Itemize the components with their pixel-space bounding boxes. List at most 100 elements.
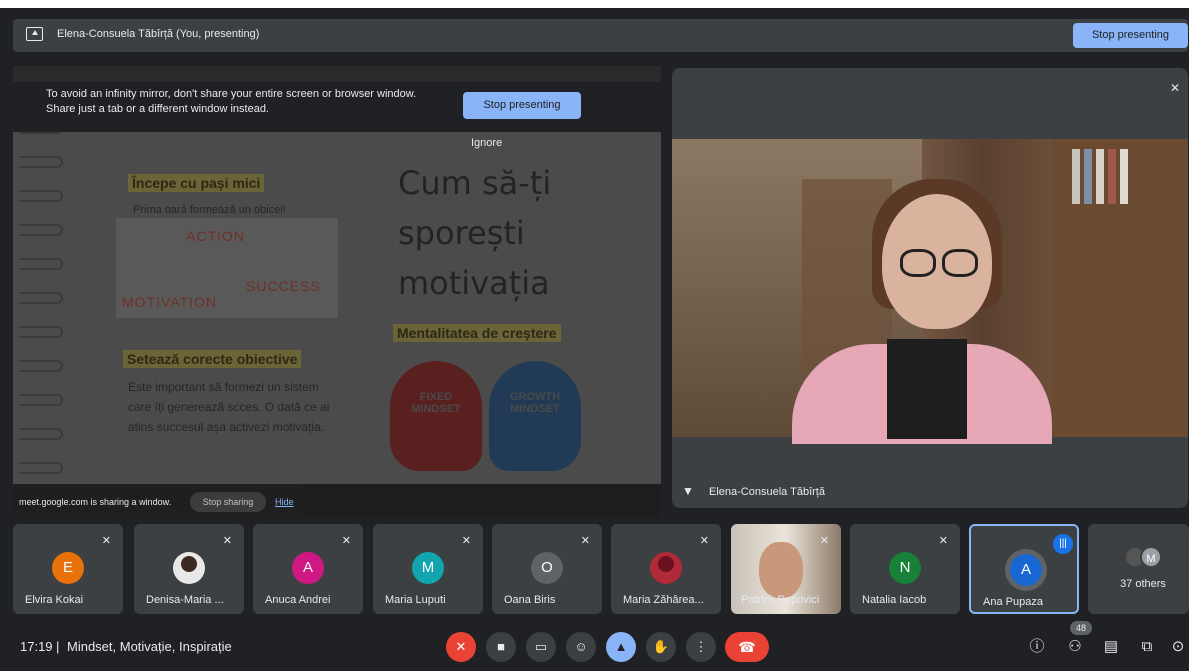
emoji-icon: ☺ [574, 639, 588, 654]
hide-link[interactable]: Hide [275, 497, 294, 507]
notebook-ring [19, 462, 63, 474]
avatar-photo [658, 556, 674, 572]
slide-body-line-2: care îți generează scces. O dată ce ai [128, 400, 330, 414]
glasses-left-lens [900, 249, 936, 277]
activities-button[interactable]: ⧉ [1136, 636, 1158, 658]
raise-hand-button[interactable]: ✋ [646, 632, 676, 662]
participant-name: Natalia Iacob [862, 594, 927, 606]
bookshelf [1052, 139, 1188, 437]
participant-tile[interactable]: ✕ Patrick Popovici [731, 524, 841, 614]
mic-off-icon: ✕ [101, 535, 111, 547]
leave-call-button[interactable]: ☎ [725, 632, 769, 662]
cycle-word-success: SUCCESS [246, 278, 321, 294]
notebook-ring [19, 258, 63, 270]
avatar [173, 552, 205, 584]
captions-button[interactable]: ▭ [526, 632, 556, 662]
pin-icon[interactable]: ▼ [682, 484, 694, 498]
book [1120, 149, 1128, 204]
ignore-button[interactable]: Ignore [471, 137, 502, 149]
participant-name: Anuca Andrei [265, 594, 331, 606]
avatar: A [292, 552, 324, 584]
book [1096, 149, 1104, 204]
notebook-ring [19, 360, 63, 372]
notebook-ring [19, 394, 63, 406]
notebook-ring [19, 190, 63, 202]
shared-screen: Începe cu pași mici Prima oară formează … [13, 66, 661, 518]
mic-off-icon: ✕ [1169, 81, 1181, 95]
others-count-label: 37 others [1120, 578, 1166, 590]
participant-name: Maria Luputi [385, 594, 446, 606]
fixed-mindset-label: FIXED MINDSET [411, 391, 461, 415]
avatar: N [889, 552, 921, 584]
host-controls-button[interactable]: ⊙ [1167, 636, 1189, 658]
notebook-ring [19, 224, 63, 236]
screen-sharing-bar: meet.google.com is sharing a window. Sto… [13, 486, 303, 518]
top-strip [0, 0, 1189, 8]
motivation-cycle-image: ACTION SUCCESS MOTIVATION [116, 218, 338, 318]
participant-name: Elvira Kokai [25, 594, 84, 606]
people-count-badge: 48 [1070, 621, 1092, 635]
avatar: O [531, 552, 563, 584]
people-button[interactable]: ⚇ [1064, 636, 1086, 658]
stop-presenting-button[interactable]: Stop presenting [1073, 23, 1188, 48]
mic-toggle-button[interactable]: ✕ [446, 632, 476, 662]
mic-off-icon: ✕ [222, 535, 232, 547]
warning-stop-presenting-button[interactable]: Stop presenting [463, 92, 581, 119]
avatar [650, 552, 682, 584]
participant-tile-speaking[interactable]: ||| A Ana Pupaza [969, 524, 1079, 614]
warning-text-line-2: Share just a tab or a different window i… [46, 103, 269, 115]
participant-name: Denisa-Maria ... [146, 594, 224, 606]
avatar: E [52, 552, 84, 584]
slide-body-line-1: Este important să formezi un sistem [128, 380, 319, 394]
presenter-video-tile[interactable]: ✕ ▼ Elena-Consuela Tăbîrță [672, 68, 1188, 508]
slide-title-line-2: sporești [398, 214, 525, 252]
lock-icon: ⊙ [1171, 638, 1185, 655]
participant-name: Oana Biris [504, 594, 556, 606]
meeting-time: 17:19 [20, 639, 53, 654]
notebook-ring [19, 428, 63, 440]
participant-tile[interactable]: ✕ E Elvira Kokai [13, 524, 123, 614]
avatar-photo [181, 556, 197, 572]
reactions-button[interactable]: ☺ [566, 632, 596, 662]
others-tile[interactable]: M 37 others [1088, 524, 1189, 614]
person-shirt [887, 339, 967, 439]
avatar: M [412, 552, 444, 584]
meeting-details-button[interactable]: ⓘ [1026, 636, 1048, 658]
chat-button[interactable]: ▤ [1100, 636, 1122, 658]
slide-heading-objectives: Setează corecte obiective [123, 350, 302, 368]
more-options-button[interactable]: ⋮ [686, 632, 716, 662]
presenting-banner: Elena-Consuela Tăbîrță (You, presenting)… [13, 19, 1188, 52]
avatar: A [1010, 554, 1042, 586]
others-avatars: M [1124, 546, 1162, 570]
camera-icon: ■ [497, 639, 505, 654]
notebook-ring [19, 156, 63, 168]
presenter-name: Elena-Consuela Tăbîrță [709, 486, 825, 498]
camera-toggle-button[interactable]: ■ [486, 632, 516, 662]
slide-text-habit: Prima oară formează un obicei! [133, 204, 286, 216]
participant-tile[interactable]: ✕ Maria Zăhârea... [611, 524, 721, 614]
avatar: M [1140, 546, 1162, 568]
participant-tile[interactable]: ✕ Denisa-Maria ... [134, 524, 244, 614]
participant-name: Ana Pupaza [983, 596, 1043, 608]
mic-off-icon: ✕ [699, 535, 709, 547]
mic-off-icon: ✕ [819, 535, 829, 547]
participant-tile[interactable]: ✕ A Anuca Andrei [253, 524, 363, 614]
present-button[interactable]: ▲ [606, 632, 636, 662]
shared-window-titlebar [13, 66, 661, 82]
notebook-ring [19, 326, 63, 338]
slide-heading-growth: Mentalitatea de creștere [393, 324, 561, 342]
slide-title-line-3: motivația [398, 264, 550, 302]
mic-off-icon: ✕ [461, 535, 471, 547]
participant-tile[interactable]: ✕ O Oana Biris [492, 524, 602, 614]
book [1072, 149, 1080, 204]
participant-tile[interactable]: ✕ M Maria Luputi [373, 524, 483, 614]
slide-body-line-3: atins succesul așa activezi motivația. [128, 420, 325, 434]
participant-tile[interactable]: ✕ N Natalia Iacob [850, 524, 960, 614]
meeting-title: Mindset, Motivație, Inspirație [67, 639, 232, 654]
mic-off-icon: ✕ [455, 639, 467, 654]
hand-icon: ✋ [652, 639, 670, 654]
participant-face [759, 542, 803, 598]
stop-sharing-button[interactable]: Stop sharing [190, 492, 266, 512]
mic-off-icon: ✕ [341, 535, 351, 547]
participant-name: Maria Zăhârea... [623, 594, 704, 606]
